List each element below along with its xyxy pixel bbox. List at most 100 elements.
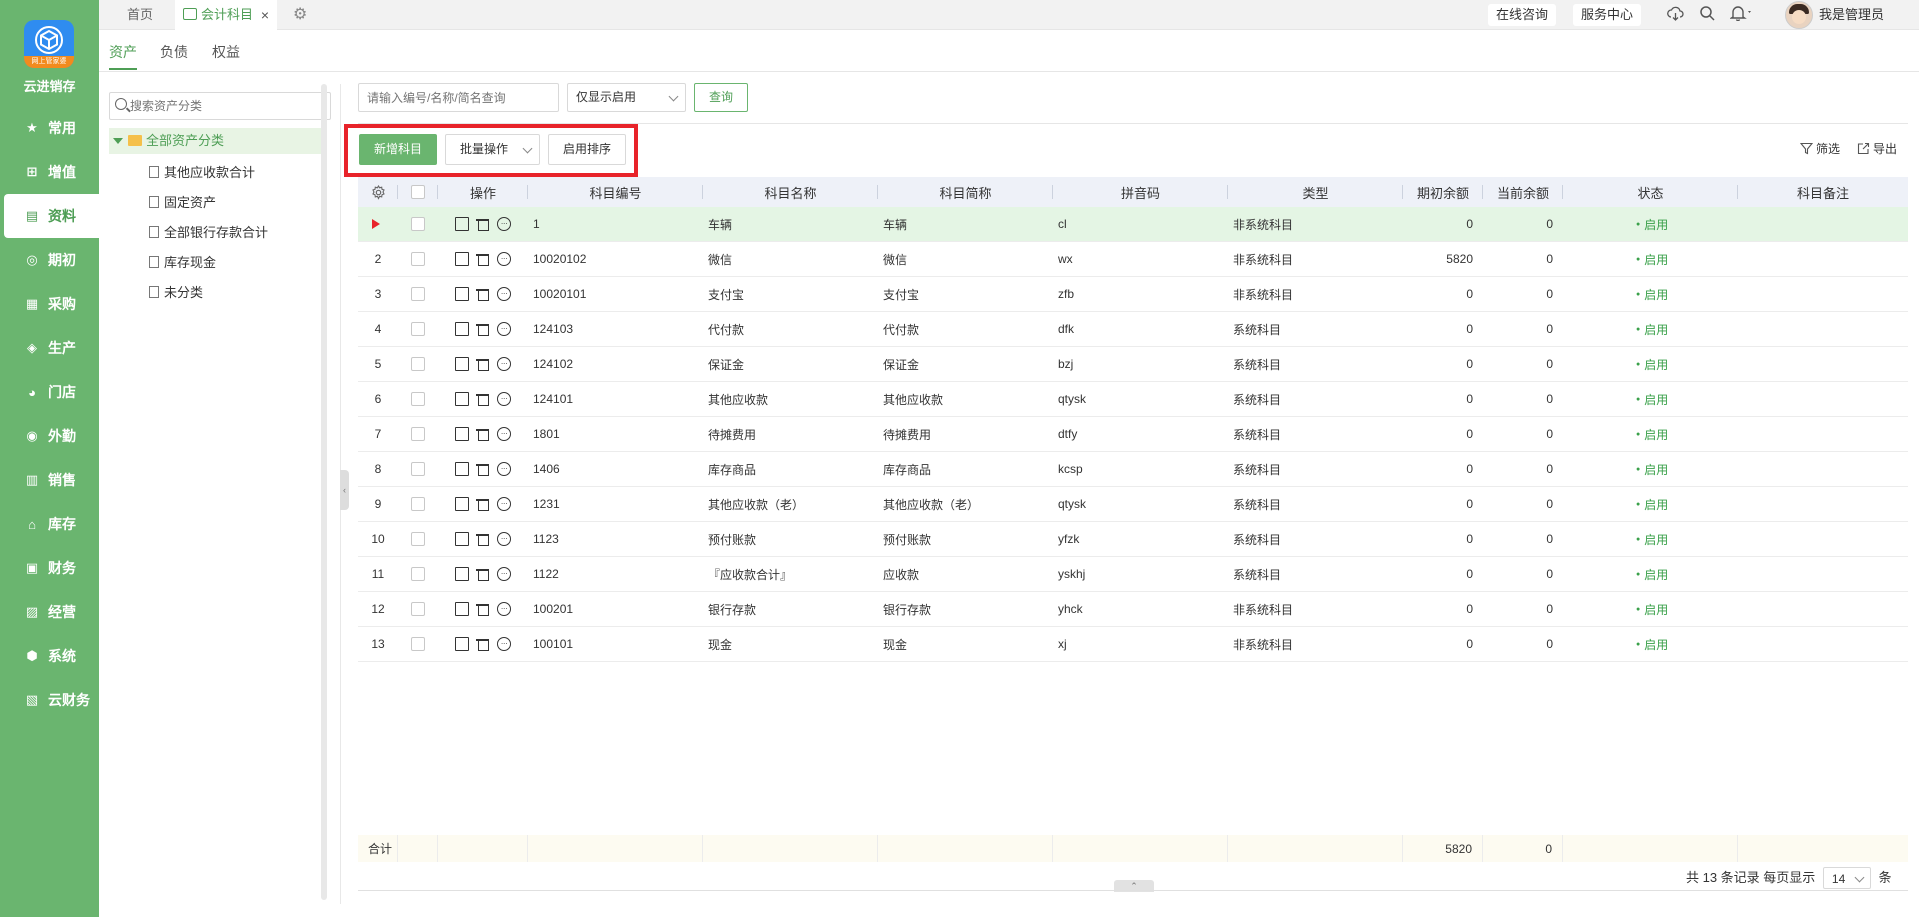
- page-size-select[interactable]: 14: [1822, 867, 1871, 889]
- nav-item-11[interactable]: ▨ 经营: [0, 590, 99, 634]
- edit-icon[interactable]: [455, 322, 469, 336]
- delete-icon[interactable]: [476, 532, 490, 546]
- table-row[interactable]: 12 ··· 100201 银行存款 银行存款 yhck 非系统科目 0 0 启用: [358, 592, 1908, 627]
- nav-item-7[interactable]: ◉ 外勤: [0, 414, 99, 458]
- subject-search-input[interactable]: [358, 83, 559, 112]
- header-status[interactable]: 状态: [1563, 177, 1738, 207]
- username[interactable]: 我是管理员: [1819, 0, 1884, 30]
- more-icon[interactable]: ···: [497, 322, 511, 336]
- row-checkbox[interactable]: [411, 287, 425, 301]
- table-row[interactable]: 6 ··· 124101 其他应收款 其他应收款 qtysk 系统科目 0 0 启用: [358, 382, 1908, 417]
- edit-icon[interactable]: [455, 392, 469, 406]
- tree-node[interactable]: 其他应收款合计: [149, 161, 255, 185]
- edit-icon[interactable]: [455, 462, 469, 476]
- cloud-download-icon[interactable]: [1667, 5, 1684, 22]
- row-checkbox[interactable]: [411, 427, 425, 441]
- more-icon[interactable]: ···: [497, 252, 511, 266]
- tab-equity[interactable]: 权益: [212, 42, 240, 68]
- table-row[interactable]: ··· 1 车辆 车辆 cl 非系统科目 0 0 启用: [358, 207, 1908, 242]
- header-code[interactable]: 科目编号: [528, 177, 703, 207]
- delete-icon[interactable]: [476, 287, 490, 301]
- nav-item-5[interactable]: ◈ 生产: [0, 326, 99, 370]
- edit-icon[interactable]: [455, 427, 469, 441]
- table-row[interactable]: 13 ··· 100101 现金 现金 xj 非系统科目 0 0 启用: [358, 627, 1908, 662]
- header-opening[interactable]: 期初余额: [1403, 177, 1483, 207]
- edit-icon[interactable]: [455, 217, 469, 231]
- tab-assets[interactable]: 资产: [109, 42, 137, 70]
- row-checkbox[interactable]: [411, 252, 425, 266]
- delete-icon[interactable]: [476, 252, 490, 266]
- delete-icon[interactable]: [476, 637, 490, 651]
- table-row[interactable]: 7 ··· 1801 待摊费用 待摊费用 dtfy 系统科目 0 0 启用: [358, 417, 1908, 452]
- more-icon[interactable]: ···: [497, 497, 511, 511]
- nav-item-3[interactable]: ◎ 期初: [0, 238, 99, 282]
- row-checkbox[interactable]: [411, 532, 425, 546]
- more-icon[interactable]: ···: [497, 532, 511, 546]
- service-center-button[interactable]: 服务中心: [1573, 4, 1642, 26]
- caret-down-icon[interactable]: [113, 138, 123, 144]
- more-icon[interactable]: ···: [497, 392, 511, 406]
- edit-icon[interactable]: [455, 357, 469, 371]
- search-icon[interactable]: [1699, 5, 1715, 21]
- nav-item-0[interactable]: ★ 常用: [0, 106, 99, 150]
- gear-icon[interactable]: [371, 184, 386, 200]
- header-pinyin[interactable]: 拼音码: [1053, 177, 1228, 207]
- enable-sort-button[interactable]: 启用排序: [548, 134, 626, 165]
- query-button[interactable]: 查询: [694, 83, 748, 112]
- tab-home[interactable]: 首页: [127, 0, 153, 30]
- table-row[interactable]: 10 ··· 1123 预付账款 预付账款 yfzk 系统科目 0 0 启用: [358, 522, 1908, 557]
- header-name[interactable]: 科目名称: [703, 177, 878, 207]
- tree-root-node[interactable]: 全部资产分类: [109, 128, 321, 154]
- table-row[interactable]: 3 ··· 10020101 支付宝 支付宝 zfb 非系统科目 0 0 启用: [358, 277, 1908, 312]
- edit-icon[interactable]: [455, 637, 469, 651]
- filter-button[interactable]: 筛选: [1799, 140, 1840, 157]
- close-tab-icon[interactable]: ×: [261, 0, 269, 30]
- edit-icon[interactable]: [455, 252, 469, 266]
- delete-icon[interactable]: [476, 392, 490, 406]
- collapse-panel-handle[interactable]: ‹: [340, 470, 349, 510]
- row-checkbox[interactable]: [411, 497, 425, 511]
- more-icon[interactable]: ···: [497, 287, 511, 301]
- delete-icon[interactable]: [476, 462, 490, 476]
- header-remark[interactable]: 科目备注: [1738, 177, 1908, 207]
- tree-node[interactable]: 库存现金: [149, 251, 216, 275]
- export-button[interactable]: 导出: [1857, 140, 1897, 157]
- row-checkbox[interactable]: [411, 392, 425, 406]
- batch-operation-button[interactable]: 批量操作: [445, 134, 540, 165]
- tree-node[interactable]: 全部银行存款合计: [149, 221, 268, 245]
- edit-icon[interactable]: [455, 287, 469, 301]
- row-checkbox[interactable]: [411, 217, 425, 231]
- table-row[interactable]: 11 ··· 1122 『应收款合计』 应收款 yskhj 系统科目 0 0 启用: [358, 557, 1908, 592]
- tree-search-input[interactable]: [130, 96, 325, 116]
- more-icon[interactable]: ···: [497, 217, 511, 231]
- table-row[interactable]: 4 ··· 124103 代付款 代付款 dfk 系统科目 0 0 启用: [358, 312, 1908, 347]
- header-type[interactable]: 类型: [1228, 177, 1403, 207]
- row-checkbox[interactable]: [411, 602, 425, 616]
- more-icon[interactable]: ···: [497, 602, 511, 616]
- header-current[interactable]: 当前余额: [1483, 177, 1563, 207]
- delete-icon[interactable]: [476, 497, 490, 511]
- row-checkbox[interactable]: [411, 357, 425, 371]
- nav-item-2[interactable]: ▤ 资料: [4, 194, 99, 238]
- table-row[interactable]: 9 ··· 1231 其他应收款（老） 其他应收款（老） qtysk 系统科目 0 0 启用: [358, 487, 1908, 522]
- tree-scrollbar[interactable]: [321, 84, 327, 900]
- edit-icon[interactable]: [455, 532, 469, 546]
- edit-icon[interactable]: [455, 497, 469, 511]
- app-logo[interactable]: 网上管家婆: [24, 20, 74, 68]
- online-consult-button[interactable]: 在线咨询: [1488, 4, 1557, 26]
- nav-item-6[interactable]: ◕ 门店: [0, 370, 99, 414]
- column-settings[interactable]: [358, 177, 398, 207]
- row-checkbox[interactable]: [411, 322, 425, 336]
- delete-icon[interactable]: [476, 322, 490, 336]
- header-short[interactable]: 科目简称: [878, 177, 1053, 207]
- add-subject-button[interactable]: 新增科目: [359, 134, 437, 165]
- delete-icon[interactable]: [476, 357, 490, 371]
- nav-item-13[interactable]: ▧ 云财务: [0, 678, 99, 722]
- bell-icon[interactable]: [1730, 5, 1754, 21]
- avatar[interactable]: [1785, 1, 1813, 29]
- nav-item-4[interactable]: ▦ 采购: [0, 282, 99, 326]
- edit-icon[interactable]: [455, 602, 469, 616]
- nav-item-10[interactable]: ▣ 财务: [0, 546, 99, 590]
- nav-item-1[interactable]: ⊞ 增值: [0, 150, 99, 194]
- edit-icon[interactable]: [455, 567, 469, 581]
